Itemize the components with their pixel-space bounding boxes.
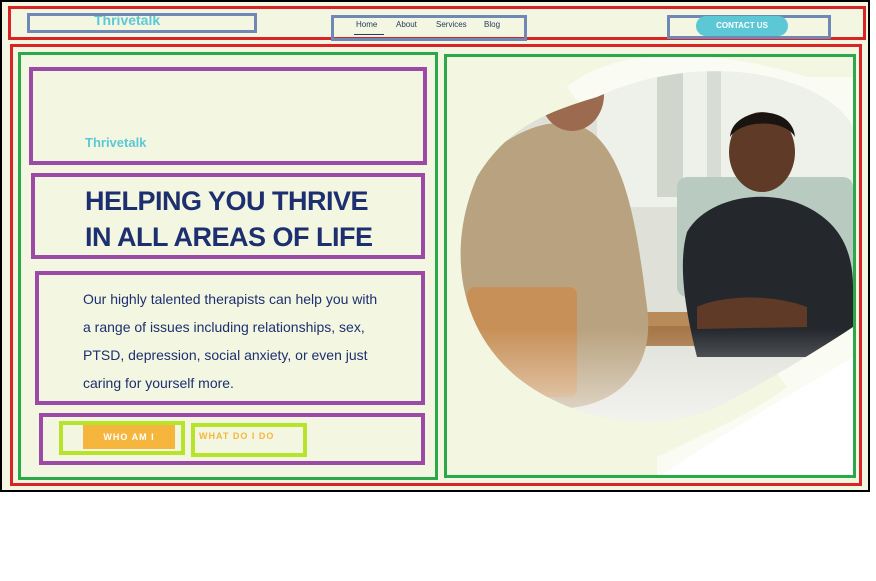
eyebrow-block: Thrivetalk <box>29 67 427 165</box>
hero-text-column: Thrivetalk HELPING YOU THRIVE IN ALL ARE… <box>18 52 438 480</box>
who-am-i-frame: WHO AM I <box>59 421 185 455</box>
headline-line-1: HELPING YOU THRIVE <box>85 186 369 216</box>
contact-us-button[interactable]: CONTACT US <box>696 16 788 36</box>
nav-about[interactable]: About <box>396 20 417 29</box>
logo-container[interactable]: Thrivetalk <box>27 13 257 33</box>
hero-photo <box>460 55 853 475</box>
who-am-i-button[interactable]: WHO AM I <box>83 425 175 449</box>
hero-image-column <box>444 54 856 478</box>
cta-block: WHO AM I WHAT DO I DO <box>39 413 425 465</box>
nav-services[interactable]: Services <box>436 20 467 29</box>
headline-block: HELPING YOU THRIVE IN ALL AREAS OF LIFE <box>31 173 425 259</box>
what-do-i-do-frame: WHAT DO I DO <box>191 423 307 457</box>
hero-eyebrow: Thrivetalk <box>85 135 147 150</box>
hero-headline: HELPING YOU THRIVE IN ALL AREAS OF LIFE <box>85 183 405 255</box>
nav-blog[interactable]: Blog <box>484 20 500 29</box>
page-frame: Thrivetalk Home About Services Blog CONT… <box>0 0 870 492</box>
site-header: Thrivetalk Home About Services Blog CONT… <box>8 6 866 41</box>
nav-home[interactable]: Home <box>356 20 377 29</box>
main-nav: Home About Services Blog <box>331 15 527 41</box>
what-do-i-do-button[interactable]: WHAT DO I DO <box>199 431 274 441</box>
hero-description: Our highly talented therapists can help … <box>83 291 378 391</box>
body-block: Our highly talented therapists can help … <box>35 271 425 405</box>
headline-line-2: IN ALL AREAS OF LIFE <box>85 222 373 252</box>
contact-container: CONTACT US <box>667 15 831 39</box>
nav-active-indicator <box>354 34 384 35</box>
site-logo[interactable]: Thrivetalk <box>94 16 160 28</box>
